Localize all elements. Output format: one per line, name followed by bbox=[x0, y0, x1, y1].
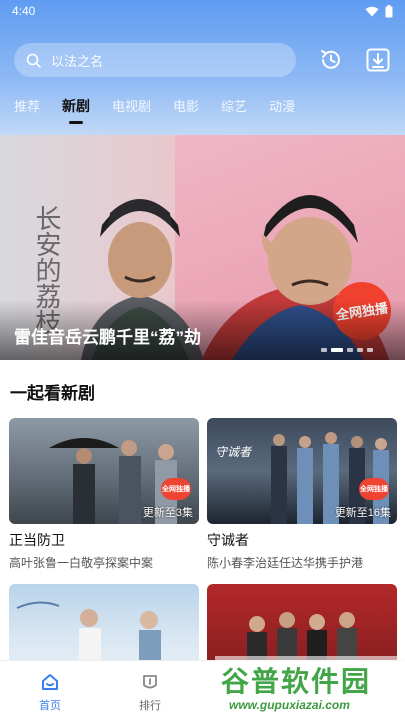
carousel-dot bbox=[347, 348, 353, 352]
search-row: 以法之名 bbox=[14, 43, 394, 77]
drama-thumbnail: 守诚者 全网独播 更新至16集 bbox=[207, 418, 397, 524]
search-icon bbox=[26, 53, 41, 68]
drama-thumbnail: 全网独播 更新至3集 bbox=[9, 418, 199, 524]
watermark: 谷普软件园 www.gupuxiazai.com bbox=[215, 656, 405, 720]
drama-card[interactable]: 守诚者 全网独播 更新至16集 守诚者 陈小春李治廷任达华携手护港 bbox=[207, 418, 397, 571]
search-input[interactable]: 以法之名 bbox=[14, 43, 296, 77]
watermark-url: www.gupuxiazai.com bbox=[229, 698, 350, 712]
nav-home[interactable]: 首页 bbox=[0, 661, 100, 720]
tab-variety[interactable]: 综艺 bbox=[221, 96, 247, 116]
tab-new-drama[interactable]: 新剧 bbox=[62, 96, 90, 116]
section-title: 一起看新剧 bbox=[10, 384, 95, 403]
nav-ranking[interactable]: 排行 bbox=[100, 661, 200, 720]
search-placeholder: 以法之名 bbox=[51, 53, 104, 69]
history-icon bbox=[321, 50, 340, 69]
drama-title: 正当防卫 bbox=[9, 532, 65, 548]
tab-tv-series[interactable]: 电视剧 bbox=[112, 96, 151, 116]
download-button[interactable] bbox=[363, 45, 393, 75]
home-icon bbox=[42, 674, 58, 690]
card-exclusive-badge: 全网独播 bbox=[359, 478, 389, 500]
status-bar: 4:40 bbox=[0, 0, 405, 22]
tab-recommend[interactable]: 推荐 bbox=[14, 96, 40, 116]
hero-banner[interactable]: 长安的荔枝 全网独播 雷佳音岳云鹏千里“荔”劫 bbox=[0, 135, 405, 360]
drama-card[interactable]: 全网独播 更新至3集 正当防卫 高叶张鲁一白敬亭探案中案 bbox=[9, 418, 199, 571]
drama-title: 守诚者 bbox=[207, 532, 249, 548]
carousel-dot bbox=[357, 348, 363, 352]
category-tabs: 推荐 新剧 电视剧 电影 综艺 动漫 bbox=[14, 96, 317, 116]
drama-description: 高叶张鲁一白敬亭探案中案 bbox=[9, 556, 154, 570]
wifi-icon bbox=[365, 6, 379, 16]
carousel-dot bbox=[321, 348, 327, 352]
tab-movies[interactable]: 电影 bbox=[173, 96, 199, 116]
card-exclusive-badge: 全网独播 bbox=[161, 478, 191, 500]
watermark-title: 谷普软件园 bbox=[221, 666, 372, 697]
carousel-indicator bbox=[321, 348, 373, 352]
drama-description: 陈小春李治廷任达华携手护港 bbox=[207, 556, 364, 570]
banner-title: 雷佳音岳云鹏千里“荔”劫 bbox=[14, 328, 201, 347]
status-time: 4:40 bbox=[12, 4, 36, 18]
ranking-icon bbox=[143, 675, 157, 689]
tab-anime[interactable]: 动漫 bbox=[269, 96, 295, 116]
nav-ranking-label: 排行 bbox=[139, 700, 161, 712]
carousel-dot bbox=[367, 348, 373, 352]
episode-count: 更新至3集 bbox=[142, 507, 193, 519]
nav-home-label: 首页 bbox=[39, 700, 61, 712]
download-icon bbox=[366, 48, 390, 72]
battery-icon bbox=[385, 4, 393, 17]
status-icons bbox=[365, 4, 393, 18]
history-button[interactable] bbox=[316, 45, 346, 75]
carousel-dot-active bbox=[331, 348, 343, 352]
svg-text:守诚者: 守诚者 bbox=[215, 445, 253, 459]
episode-count: 更新至16集 bbox=[334, 507, 391, 519]
